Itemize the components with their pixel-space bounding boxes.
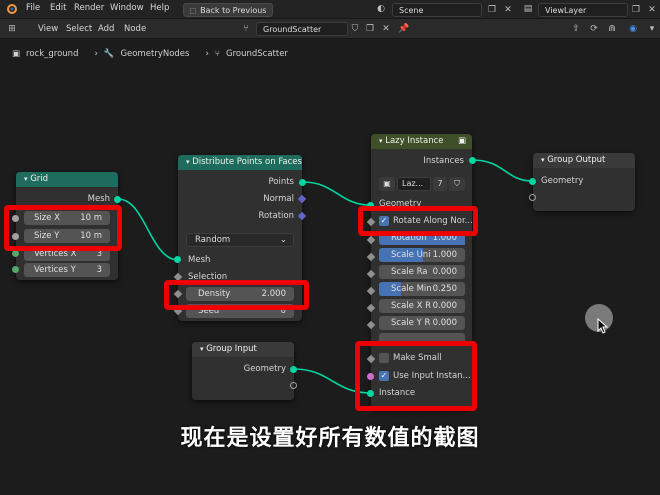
grid-node-title: Grid <box>30 174 49 184</box>
subtitle-caption: 现在是设置好所有数值的截图 <box>180 426 480 451</box>
distribute-node-title: Distribute Points on Faces <box>192 157 302 167</box>
group-input-header[interactable]: ▾ Group Input <box>192 342 294 357</box>
object-picker-icon[interactable]: ▣ <box>379 177 395 191</box>
mode-value: Random <box>195 235 231 245</box>
highlight-rotate-box <box>358 206 478 236</box>
scale-min-label: Scale Min <box>391 284 432 294</box>
group-output-title: Group Output <box>547 155 606 165</box>
highlight-checkboxes-box <box>355 341 477 411</box>
group-output-empty-socket[interactable] <box>529 194 536 201</box>
collapse-icon[interactable]: ▾ <box>200 345 204 353</box>
mesh-input-label: Mesh <box>188 255 211 265</box>
collapse-icon[interactable]: ▾ <box>186 158 190 166</box>
group-output-node[interactable]: ▾ Group Output Geometry <box>533 153 635 211</box>
distribute-mode-dropdown[interactable]: Random ⌄ <box>186 233 294 247</box>
vertices-y-value: 3 <box>96 265 102 275</box>
node-group-icon[interactable]: ▣ <box>458 134 466 149</box>
grid-mesh-output-socket[interactable] <box>114 196 121 203</box>
mesh-input-socket[interactable] <box>174 256 181 263</box>
lazy-node-title: Lazy Instance <box>385 136 444 146</box>
vertices-y-label: Vertices Y <box>34 265 76 275</box>
grid-vertices-y-field[interactable]: Vertices Y 3 <box>24 263 110 277</box>
grid-vertices-x-socket[interactable] <box>12 250 19 257</box>
scale-random-field[interactable]: Scale Ra 0.000 <box>379 265 465 279</box>
scale-ra-label: Scale Ra <box>391 267 428 277</box>
scale-yr-label: Scale Y R <box>391 318 431 328</box>
group-output-geometry-label: Geometry <box>541 176 584 186</box>
instances-output-socket[interactable] <box>469 157 476 164</box>
grid-vertices-y-socket[interactable] <box>12 266 19 273</box>
collapse-icon[interactable]: ▾ <box>379 137 383 145</box>
group-output-header[interactable]: ▾ Group Output <box>533 153 635 168</box>
instances-output-label: Instances <box>423 156 464 166</box>
object-field[interactable]: Laz... <box>397 177 431 191</box>
scale-yr-value: 0.000 <box>432 318 457 328</box>
group-input-geometry-label: Geometry <box>243 364 286 374</box>
group-input-geometry-socket[interactable] <box>290 366 297 373</box>
collapse-icon[interactable]: ▾ <box>24 175 28 183</box>
scale-xr-label: Scale X R <box>391 301 432 311</box>
rotation-output-label: Rotation <box>258 211 294 221</box>
scale-uni-label: Scale Uni <box>391 250 431 260</box>
scale-ra-value: 0.000 <box>432 267 457 277</box>
grid-mesh-output-label: Mesh <box>87 194 110 204</box>
group-output-geometry-socket[interactable] <box>529 178 536 185</box>
distribute-node-header[interactable]: ▾ Distribute Points on Faces <box>178 155 302 170</box>
highlight-density-box <box>164 280 309 310</box>
scale-min-value: 0.250 <box>432 284 457 294</box>
scale-uni-value: 1.000 <box>432 250 457 260</box>
normal-output-label: Normal <box>263 194 294 204</box>
scale-uniform-field[interactable]: Scale Uni 1.000 <box>379 248 465 262</box>
points-output-socket[interactable] <box>299 179 306 186</box>
scale-min-field[interactable]: Scale Min 0.250 <box>379 282 465 296</box>
points-output-label: Points <box>268 177 294 187</box>
scale-y-random-field[interactable]: Scale Y R 0.000 <box>379 316 465 330</box>
mouse-cursor-icon <box>597 317 609 337</box>
group-input-empty-socket[interactable] <box>290 382 297 389</box>
highlight-size-box <box>4 205 122 251</box>
grid-node-header[interactable]: ▾ Grid <box>16 172 118 187</box>
fake-user-icon[interactable]: ⛉ <box>449 177 465 191</box>
lazy-node-header[interactable]: ▾ Lazy Instance ▣ <box>371 134 472 149</box>
group-input-node[interactable]: ▾ Group Input Geometry <box>192 342 294 400</box>
scale-xr-value: 0.000 <box>432 301 457 311</box>
chevron-down-icon: ⌄ <box>279 235 287 245</box>
scale-x-random-field[interactable]: Scale X R 0.000 <box>379 299 465 313</box>
group-input-title: Group Input <box>206 344 257 354</box>
user-count[interactable]: 7 <box>433 177 447 191</box>
collapse-icon[interactable]: ▾ <box>541 156 545 164</box>
